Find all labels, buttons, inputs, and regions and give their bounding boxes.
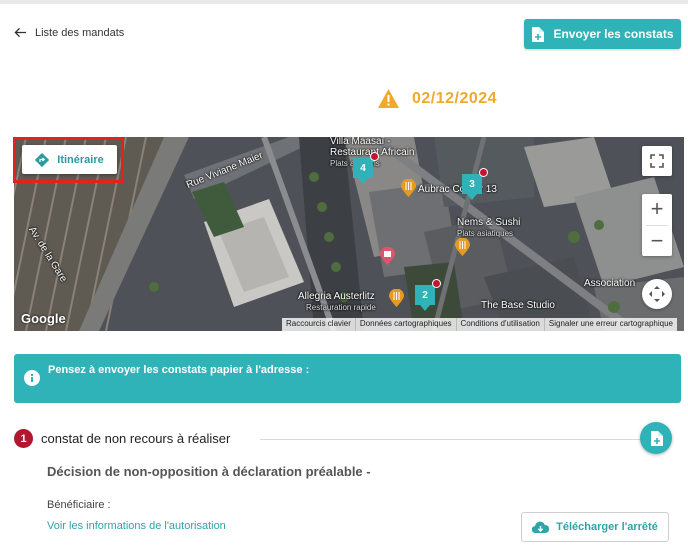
download-label: Télécharger l'arrêté (556, 521, 658, 533)
itinerary-button[interactable]: Itinéraire (22, 145, 117, 174)
back-to-mandates-link[interactable]: Liste des mandats (14, 26, 124, 39)
info-text: Pensez à envoyer les constats papier à l… (48, 364, 310, 376)
document-add-icon (532, 26, 545, 42)
shop-pin-icon[interactable] (380, 247, 395, 265)
map-poi-label: Villa Maasaï - (330, 137, 391, 147)
step-header: 1 constat de non recours à réaliser (14, 428, 684, 450)
view-authorization-link[interactable]: Voir les informations de l'autorisation (47, 520, 226, 532)
map-poi-label: Restauration rapide (306, 303, 376, 312)
send-button-label: Envoyer les constats (553, 27, 674, 41)
info-banner: Pensez à envoyer les constats papier à l… (14, 354, 681, 403)
beneficiary-label: Bénéficiaire : (47, 499, 111, 511)
deadline-date: 02/12/2024 (412, 89, 498, 107)
cloud-download-icon (532, 521, 550, 533)
step-number-badge: 1 (14, 429, 33, 448)
decision-title: Décision de non-opposition à déclaration… (47, 464, 371, 479)
marker-alert-dot (370, 152, 379, 161)
top-edge (0, 0, 688, 4)
restaurant-pin-icon[interactable] (401, 179, 416, 197)
document-add-icon (650, 430, 663, 446)
map-attribution: Raccourcis clavier Données cartographiqu… (282, 318, 677, 331)
warning-icon (378, 89, 399, 108)
attribution-link[interactable]: Signaler une erreur cartographique (545, 318, 677, 331)
send-reports-button[interactable]: Envoyer les constats (524, 19, 681, 49)
map-poi-label: Plats asiatiques (457, 229, 514, 238)
add-document-button[interactable] (640, 422, 672, 454)
map-poi-label: Aubrac Corner 13 (418, 184, 497, 195)
map-poi-label: Association (584, 278, 636, 289)
map-marker-2[interactable]: 2 (415, 279, 441, 311)
map-poi-label: The Base Studio (481, 300, 555, 311)
attribution-link[interactable]: Conditions d'utilisation (457, 318, 545, 331)
arrow-left-icon (14, 27, 27, 38)
map-poi-label: Allegria Austerlitz (298, 291, 375, 302)
pan-control[interactable] (642, 279, 672, 309)
map-marker-4[interactable]: 4 (353, 152, 379, 184)
itinerary-label: Itinéraire (57, 153, 104, 166)
attribution-link[interactable]: Données cartographiques (356, 318, 457, 331)
restaurant-pin-icon[interactable] (455, 238, 470, 256)
fullscreen-icon (650, 154, 664, 168)
zoom-in-button[interactable]: + (642, 194, 672, 225)
directions-icon (35, 152, 50, 167)
marker-alert-dot (432, 279, 441, 288)
info-icon (24, 370, 40, 386)
google-logo: Google (21, 311, 66, 326)
restaurant-pin-icon[interactable] (389, 289, 404, 307)
step-divider (260, 439, 648, 440)
fullscreen-button[interactable] (642, 146, 672, 176)
download-decree-button[interactable]: Télécharger l'arrêté (521, 512, 669, 542)
zoom-out-button[interactable]: − (642, 226, 672, 257)
date-alert: 02/12/2024 (377, 88, 497, 109)
back-link-label: Liste des mandats (35, 26, 125, 39)
step-title: constat de non recours à réaliser (41, 431, 231, 446)
map-poi-label: Nems & Sushi (457, 217, 521, 228)
attribution-link[interactable]: Raccourcis clavier (282, 318, 356, 331)
zoom-control: + − (642, 194, 672, 256)
map-marker-3[interactable]: 3 (462, 168, 488, 200)
marker-alert-dot (479, 168, 488, 177)
pan-arrows-icon (649, 286, 665, 302)
